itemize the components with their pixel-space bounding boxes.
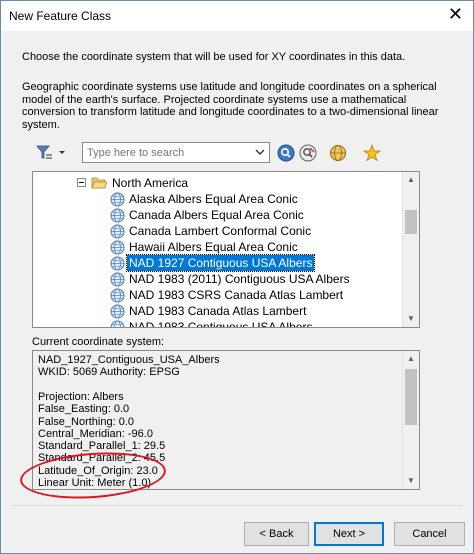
tree-scrollbar[interactable]: ▲ ▼: [402, 172, 419, 327]
tree-folder-north-america[interactable]: North America: [33, 175, 404, 191]
description-text: Geographic coordinate systems use latitu…: [22, 81, 439, 131]
instruction-text: Choose the coordinate system that will b…: [22, 51, 406, 63]
back-button[interactable]: < Back: [244, 522, 309, 546]
globe-icon: [110, 272, 125, 287]
coordinate-system-tree[interactable]: North America Alaska Albers Equal Area C…: [32, 171, 420, 328]
tree-item-label: NAD 1983 (2011) Contiguous USA Albers: [129, 272, 350, 286]
tree-item-coordinate-system[interactable]: Canada Albers Equal Area Conic: [33, 207, 404, 223]
scroll-up-icon[interactable]: ▲: [403, 351, 419, 367]
tree-item-label: NAD 1983 Contiguous USA Albers: [129, 320, 313, 328]
cancel-button[interactable]: Cancel: [394, 522, 465, 546]
tree-item-coordinate-system[interactable]: NAD 1983 Contiguous USA Albers: [33, 319, 404, 328]
chevron-down-icon: [59, 151, 65, 154]
scroll-up-icon[interactable]: ▲: [403, 172, 419, 188]
current-coordinate-system-label: Current coordinate system:: [32, 336, 165, 348]
tree-item-coordinate-system[interactable]: NAD 1983 (2011) Contiguous USA Albers: [33, 271, 404, 287]
coordinate-system-details[interactable]: NAD_1927_Contiguous_USA_Albers WKID: 5069…: [32, 350, 420, 490]
coordinate-detail-line: False_Northing: 0.0: [38, 415, 134, 428]
coordinate-detail-line: Standard_Parallel_1: 29.5: [38, 440, 166, 453]
search-icon[interactable]: [277, 144, 295, 162]
coordinate-detail-line: Standard_Parallel_2: 45.5: [38, 452, 166, 465]
filter-icon: [36, 145, 65, 159]
scrollbar-thumb[interactable]: [405, 369, 417, 425]
tree-item-coordinate-system[interactable]: NAD 1983 Canada Atlas Lambert: [33, 303, 404, 319]
tree-item-label: NAD 1927 Contiguous USA Albers: [125, 254, 316, 272]
tree-item-coordinate-system[interactable]: NAD 1927 Contiguous USA Albers: [33, 254, 404, 272]
globe-icon: [110, 256, 125, 271]
divider: [11, 505, 463, 506]
tree-item-label: Canada Lambert Conformal Conic: [129, 224, 312, 238]
globe-icon: [110, 320, 125, 327]
search-history-chevron-icon[interactable]: [255, 145, 265, 159]
tree-item-label: NAD 1983 Canada Atlas Lambert: [129, 304, 307, 318]
globe-icon: [110, 304, 125, 319]
new-item-star-icon[interactable]: [363, 144, 381, 162]
title-bar: New Feature Class ✕: [1, 1, 473, 31]
next-button[interactable]: Next >: [314, 522, 384, 546]
coordinate-detail-line: Latitude_Of_Origin: 23.0: [38, 464, 158, 477]
globe-icon: [110, 208, 125, 223]
tree-item-coordinate-system[interactable]: NAD 1983 CSRS Canada Atlas Lambert: [33, 287, 404, 303]
close-icon[interactable]: ✕: [448, 5, 463, 25]
coordinate-detail-line: NAD_1927_Contiguous_USA_Albers: [38, 354, 220, 366]
folder-open-icon: [91, 177, 107, 189]
tree-item-coordinate-system[interactable]: Canada Lambert Conformal Conic: [33, 223, 404, 239]
tree-item-coordinate-system[interactable]: Hawaii Albers Equal Area Conic: [33, 239, 404, 255]
tree-item-label: NAD 1983 CSRS Canada Atlas Lambert: [129, 288, 344, 302]
search-input[interactable]: [87, 145, 247, 160]
globe-icon: [110, 288, 125, 303]
search-field[interactable]: [82, 142, 270, 163]
tree-folder-label: North America: [112, 176, 189, 190]
globe-add-dropdown[interactable]: [329, 144, 347, 162]
details-scrollbar[interactable]: ▲ ▼: [402, 351, 419, 489]
coordinate-detail-line: Projection: Albers: [38, 390, 124, 403]
scroll-down-icon[interactable]: ▼: [403, 311, 419, 327]
coordinate-detail-line: Linear Unit: Meter (1.0): [38, 477, 152, 489]
filter-dropdown-button[interactable]: [34, 142, 68, 162]
tree-item-label: Canada Albers Equal Area Conic: [129, 208, 304, 222]
coordinate-detail-line: WKID: 5069 Authority: EPSG: [38, 366, 180, 379]
scrollbar-thumb[interactable]: [405, 210, 417, 234]
tree-item-label: Alaska Albers Equal Area Conic: [129, 192, 298, 206]
window-title: New Feature Class: [9, 9, 112, 23]
clear-search-icon[interactable]: [299, 144, 317, 162]
tree-item-coordinate-system[interactable]: Alaska Albers Equal Area Conic: [33, 191, 404, 207]
globe-icon: [110, 192, 125, 207]
tree-item-label: Hawaii Albers Equal Area Conic: [129, 240, 298, 254]
globe-icon: [110, 240, 125, 255]
collapse-icon[interactable]: [77, 178, 86, 187]
scroll-down-icon[interactable]: ▼: [403, 473, 419, 489]
coordinate-detail-line: False_Easting: 0.0: [38, 403, 130, 416]
coordinate-detail-line: Central_Meridian: -96.0: [38, 427, 153, 440]
new-feature-class-dialog: New Feature Class ✕ Choose the coordinat…: [0, 0, 474, 554]
globe-icon: [110, 224, 125, 239]
